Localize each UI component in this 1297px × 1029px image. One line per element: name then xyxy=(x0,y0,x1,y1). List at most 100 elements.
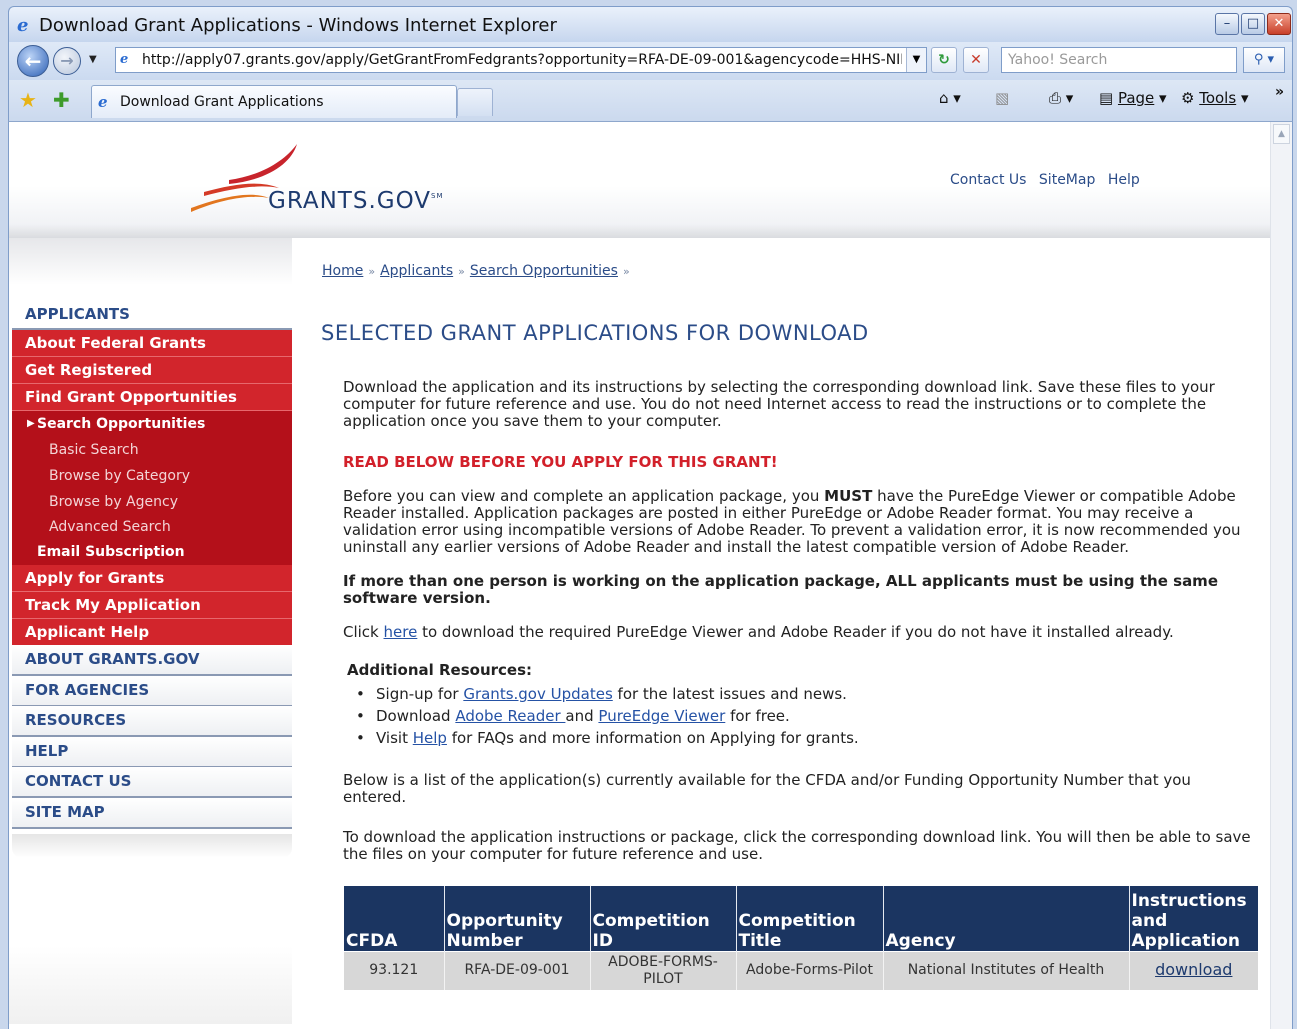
tools-menu[interactable]: ⚙ Tools ▾ xyxy=(1181,89,1248,107)
page-title: SELECTED GRANT APPLICATIONS FOR DOWNLOAD xyxy=(321,321,869,345)
contact-us-link[interactable]: Contact Us xyxy=(950,172,1026,188)
table-header-row: CFDA Opportunity Number Competition ID C… xyxy=(344,886,1258,951)
sidebar-item-site-map[interactable]: SITE MAP xyxy=(12,798,292,829)
logo-servicemark: SM xyxy=(431,192,444,200)
sidebar-item-advanced-search[interactable]: Advanced Search xyxy=(12,514,292,540)
close-button[interactable]: ✕ xyxy=(1267,13,1291,35)
help-faq-link[interactable]: Help xyxy=(413,729,447,747)
sidebar-item-apply-for-grants[interactable]: Apply for Grants xyxy=(12,565,292,592)
scroll-up-arrow-icon[interactable]: ▲ xyxy=(1273,124,1290,144)
triangle-right-icon: ▶ xyxy=(27,418,35,429)
history-dropdown-icon[interactable]: ▼ xyxy=(89,54,97,65)
sidebar-item-for-agencies[interactable]: FOR AGENCIES xyxy=(12,676,292,707)
address-bar[interactable]: e http://apply07.grants.gov/apply/GetGra… xyxy=(115,47,927,73)
here-link[interactable]: here xyxy=(384,623,418,641)
search-input[interactable]: Yahoo! Search xyxy=(1001,47,1237,73)
navigation-bar: ← → ▼ e http://apply07.grants.gov/apply/… xyxy=(8,42,1293,80)
cell-download: download xyxy=(1129,950,1258,990)
new-tab-button[interactable] xyxy=(457,88,493,116)
help-link[interactable]: Help xyxy=(1108,172,1140,188)
breadcrumb-applicants[interactable]: Applicants xyxy=(380,263,453,279)
sidebar-item-search-opportunities[interactable]: ▶ Search Opportunities xyxy=(12,411,292,437)
vertical-scrollbar[interactable]: ▲ xyxy=(1270,122,1292,1029)
maximize-button[interactable]: □ xyxy=(1241,13,1265,35)
intro-text: Download the application and its instruc… xyxy=(343,378,1215,430)
sidebar-heading-applicants[interactable]: APPLICANTS xyxy=(12,305,292,330)
tab-label: Download Grant Applications xyxy=(120,94,324,110)
res3-post: for FAQs and more information on Applyin… xyxy=(446,729,859,747)
ie-logo-icon: e xyxy=(17,15,29,36)
download-link[interactable]: download xyxy=(1155,960,1232,979)
grants-gov-logo[interactable]: GRANTS.GOVSM xyxy=(268,188,444,214)
must-paragraph: Before you can view and complete an appl… xyxy=(343,488,1258,556)
res3-pre: Visit xyxy=(376,729,413,747)
stop-button[interactable]: ✕ xyxy=(963,47,989,73)
same-software-note: If more than one person is working on th… xyxy=(343,572,1218,607)
column-header-competition-id: Competition ID xyxy=(590,886,737,951)
column-header-competition-title: Competition Title xyxy=(736,886,884,951)
must-word: MUST xyxy=(824,487,873,505)
res1-pre: Sign-up for xyxy=(376,685,464,703)
sidebar-item-about-grants-gov[interactable]: ABOUT GRANTS.GOV xyxy=(12,645,292,676)
search-button[interactable]: ⚲ ▾ xyxy=(1243,47,1285,73)
sidebar-item-basic-search[interactable]: Basic Search xyxy=(12,437,292,463)
breadcrumb: Home » Applicants » Search Opportunities » xyxy=(322,263,635,279)
res2-mid: and xyxy=(565,707,599,725)
cell-agency: National Institutes of Health xyxy=(883,950,1130,990)
chevron-more-icon[interactable]: » xyxy=(1275,84,1284,100)
column-header-opportunity-number: Opportunity Number xyxy=(444,886,591,951)
ie-page-icon: e xyxy=(98,93,108,111)
sidebar-item-about-federal-grants[interactable]: About Federal Grants xyxy=(12,330,292,357)
address-dropdown-icon[interactable]: ▼ xyxy=(906,48,926,72)
column-header-agency: Agency xyxy=(883,886,1130,951)
adobe-reader-link[interactable]: Adobe Reader xyxy=(455,707,565,725)
table-row: 93.121 RFA-DE-09-001 ADOBE-FORMS-PILOT A… xyxy=(344,950,1258,990)
sidebar-item-email-subscription[interactable]: Email Subscription xyxy=(12,539,292,565)
tab-download-grant-applications[interactable]: e Download Grant Applications xyxy=(91,85,457,118)
sidebar-item-browse-by-agency[interactable]: Browse by Agency xyxy=(12,489,292,515)
page-menu[interactable]: ▤ Page ▾ xyxy=(1099,89,1167,107)
warning-heading: READ BELOW BEFORE YOU APPLY FOR THIS GRA… xyxy=(343,453,778,471)
feeds-icon[interactable]: ▧ xyxy=(995,89,1009,107)
sidebar-item-find-grant-opportunities[interactable]: Find Grant Opportunities xyxy=(12,384,292,411)
sidebar-item-get-registered[interactable]: Get Registered xyxy=(12,357,292,384)
cell-competition-id: ADOBE-FORMS-PILOT xyxy=(590,950,737,990)
cell-cfda: 93.121 xyxy=(344,950,445,990)
sidebar-item-browse-by-category[interactable]: Browse by Category xyxy=(12,463,292,489)
favorites-star-icon[interactable]: ★ xyxy=(19,88,37,112)
list-item: Visit Help for FAQs and more information… xyxy=(347,727,859,749)
window-titlebar: e Download Grant Applications - Windows … xyxy=(8,6,1293,42)
sidebar-item-resources[interactable]: RESOURCES xyxy=(12,706,292,737)
sidebar-item-help[interactable]: HELP xyxy=(12,737,292,768)
sidebar-item-applicant-help[interactable]: Applicant Help xyxy=(12,619,292,646)
res2-post: for free. xyxy=(725,707,790,725)
pureedge-viewer-link[interactable]: PureEdge Viewer xyxy=(598,707,725,725)
url-text[interactable]: http://apply07.grants.gov/apply/GetGrant… xyxy=(142,52,902,68)
logo-text: GRANTS.GOV xyxy=(268,188,432,214)
below-list-text: Below is a list of the application(s) cu… xyxy=(343,771,1191,806)
print-icon[interactable]: ⎙ ▾ xyxy=(1049,89,1073,107)
sidebar-item-contact-us[interactable]: CONTACT US xyxy=(12,767,292,798)
list-item: Sign-up for Grants.gov Updates for the l… xyxy=(347,683,859,705)
home-icon[interactable]: ⌂ ▾ xyxy=(939,89,961,107)
list-item: Download Adobe Reader and PureEdge Viewe… xyxy=(347,705,859,727)
add-favorites-icon[interactable]: ✚ xyxy=(53,88,70,112)
back-button[interactable]: ← xyxy=(17,45,49,77)
grants-gov-updates-link[interactable]: Grants.gov Updates xyxy=(463,685,612,703)
search-opportunities-label: Search Opportunities xyxy=(37,416,206,432)
tools-menu-label: Tools xyxy=(1199,89,1237,107)
res2-pre: Download xyxy=(376,707,456,725)
column-header-cfda: CFDA xyxy=(344,886,445,951)
breadcrumb-separator-icon: » xyxy=(368,265,376,278)
breadcrumb-search-opportunities[interactable]: Search Opportunities xyxy=(470,263,618,279)
page-viewport: GRANTS.GOVSM Contact Us SiteMap Help APP… xyxy=(8,122,1293,1029)
breadcrumb-home[interactable]: Home xyxy=(322,263,363,279)
sidebar-item-track-my-application[interactable]: Track My Application xyxy=(12,592,292,619)
grant-applications-table: CFDA Opportunity Number Competition ID C… xyxy=(344,886,1258,990)
minimize-button[interactable]: – xyxy=(1215,13,1239,35)
res1-post: for the latest issues and news. xyxy=(612,685,847,703)
forward-button[interactable]: → xyxy=(53,47,81,75)
page-icon: e xyxy=(120,52,129,67)
refresh-button[interactable]: ↻ xyxy=(931,47,957,73)
sitemap-link[interactable]: SiteMap xyxy=(1039,172,1095,188)
